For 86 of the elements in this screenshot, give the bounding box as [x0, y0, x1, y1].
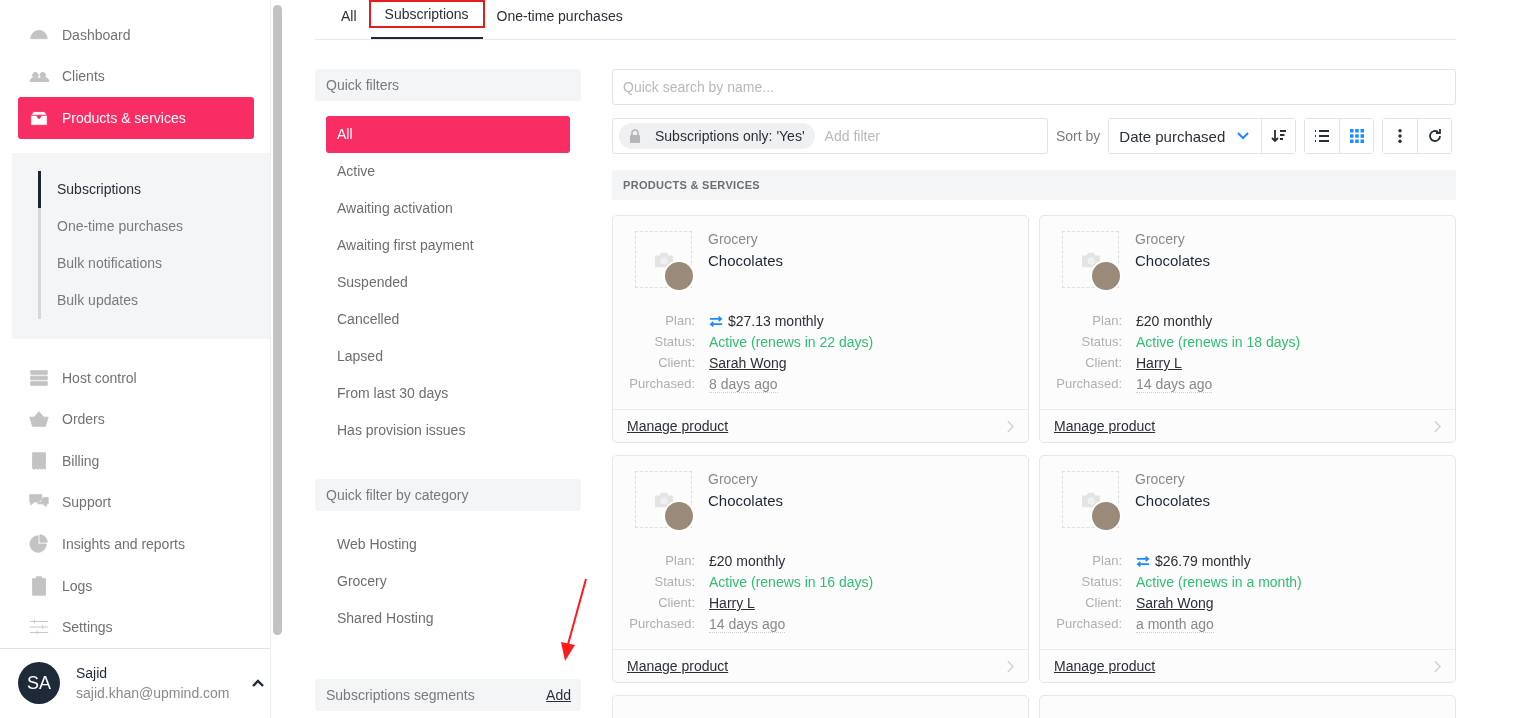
sidebar-item[interactable]: Logs — [18, 564, 254, 607]
filter-item[interactable]: Awaiting first payment — [326, 227, 570, 264]
sidebar-item[interactable]: Host control — [18, 356, 254, 399]
field-label: Client: — [1084, 595, 1122, 611]
client-link[interactable]: Harry L — [1136, 355, 1182, 371]
product-name: Chocolates — [1135, 492, 1211, 509]
manage-product-link[interactable]: Manage product — [1054, 658, 1156, 674]
field-label: Plan: — [1091, 553, 1122, 569]
product-category: Grocery — [1135, 471, 1186, 487]
submenu-item[interactable]: One-time purchases — [38, 207, 270, 245]
purchased-value: 14 days ago — [1136, 376, 1213, 393]
product-name: Chocolates — [708, 492, 784, 509]
manage-product-link[interactable]: Manage product — [1054, 418, 1156, 434]
field-label: Client: — [657, 595, 695, 611]
add-link[interactable]: Add — [546, 687, 571, 703]
filter-item[interactable]: Suspended — [326, 264, 570, 301]
plan-value: £20 monthly — [709, 553, 786, 569]
user-avatar: SA — [18, 662, 60, 705]
field-label: Purchased: — [628, 616, 695, 633]
section-header: PRODUCTS & SERVICES — [612, 170, 1456, 200]
filter-item[interactable]: Active — [326, 153, 570, 190]
filter-item[interactable]: Lapsed — [326, 338, 570, 375]
field-label: Plan: — [1091, 313, 1122, 329]
submenu-item[interactable]: Bulk updates — [38, 281, 270, 319]
status-value: Active (renews in a month) — [1136, 574, 1302, 590]
sidebar-item[interactable]: Dashboard — [18, 14, 254, 56]
purchased-value: 14 days ago — [709, 616, 786, 633]
filter-item[interactable]: Grocery — [326, 563, 570, 600]
field-label: Plan: — [664, 553, 695, 569]
sidebar-item[interactable]: Clients — [18, 55, 254, 98]
sidebar-item[interactable]: Orders — [18, 398, 254, 440]
product-name: Chocolates — [1135, 252, 1211, 269]
product-category: Grocery — [708, 231, 759, 247]
plan-value: £20 monthly — [1136, 313, 1213, 329]
submenu-item[interactable]: Subscriptions — [38, 170, 270, 208]
product-name: Chocolates — [708, 252, 784, 269]
section-header: Quick filter by category — [315, 479, 581, 511]
manage-product-link[interactable]: Manage product — [627, 418, 729, 434]
field-label: Purchased: — [628, 376, 695, 393]
status-value: Active (renews in 16 days) — [709, 574, 874, 590]
filter-item[interactable]: Has provision issues — [326, 412, 570, 449]
field-label: Status: — [1080, 334, 1122, 350]
client-link[interactable]: Sarah Wong — [1136, 595, 1214, 611]
sidebar-item[interactable]: Insights and reports — [18, 523, 254, 565]
purchased-value: a month ago — [1136, 616, 1214, 633]
tab[interactable]: One-time purchases — [482, 0, 637, 39]
sidebar-item[interactable]: Support — [18, 481, 254, 524]
field-label: Client: — [657, 355, 695, 371]
product-category: Grocery — [708, 471, 759, 487]
filter-item[interactable]: From last 30 days — [326, 375, 570, 412]
purchased-value: 8 days ago — [709, 376, 778, 393]
search-field[interactable]: Quick search by name... — [612, 69, 1456, 105]
field-label: Status: — [653, 334, 695, 350]
field-label: Client: — [1084, 355, 1122, 371]
manage-product-link[interactable]: Manage product — [627, 658, 729, 674]
sidebar-item[interactable]: Settings — [18, 606, 254, 648]
filter-item[interactable]: All — [326, 116, 570, 153]
filter-item[interactable]: Awaiting activation — [326, 190, 570, 227]
status-value: Active (renews in 18 days) — [1136, 334, 1301, 350]
filter-item[interactable]: Cancelled — [326, 301, 570, 338]
user-name: Sajid — [76, 665, 109, 682]
field-label: Status: — [1080, 574, 1122, 590]
user-email: sajid.khan@upmind.com — [76, 685, 231, 702]
sidebar-item[interactable]: Billing — [18, 439, 254, 482]
filter-item[interactable]: Shared Hosting — [326, 600, 570, 637]
field-label: Purchased: — [1055, 616, 1122, 633]
plan-value: $27.13 monthly — [728, 313, 824, 329]
product-category: Grocery — [1135, 231, 1186, 247]
segments-title: Subscriptions segments — [326, 687, 475, 703]
tab[interactable]: Subscriptions — [370, 0, 483, 39]
filter-field[interactable]: Subscriptions only: 'Yes' Add filter — [612, 118, 1048, 154]
filter-chip[interactable]: Subscriptions only: 'Yes' — [619, 123, 815, 149]
client-link[interactable]: Sarah Wong — [709, 355, 787, 371]
field-label: Status: — [653, 574, 695, 590]
sort-label: Sort by — [1056, 128, 1101, 144]
field-label: Plan: — [664, 313, 695, 329]
sidebar-item[interactable]: Products & services — [18, 97, 254, 139]
status-value: Active (renews in 22 days) — [709, 334, 874, 350]
filter-item[interactable]: Web Hosting — [326, 526, 570, 563]
plan-value: $26.79 monthly — [1155, 553, 1251, 569]
add-filter-placeholder: Add filter — [824, 128, 880, 144]
client-link[interactable]: Harry L — [709, 595, 755, 611]
submenu-item[interactable]: Bulk notifications — [38, 244, 270, 282]
field-label: Purchased: — [1055, 376, 1122, 393]
section-header: Quick filters — [315, 69, 581, 101]
tab[interactable]: All — [327, 0, 371, 39]
